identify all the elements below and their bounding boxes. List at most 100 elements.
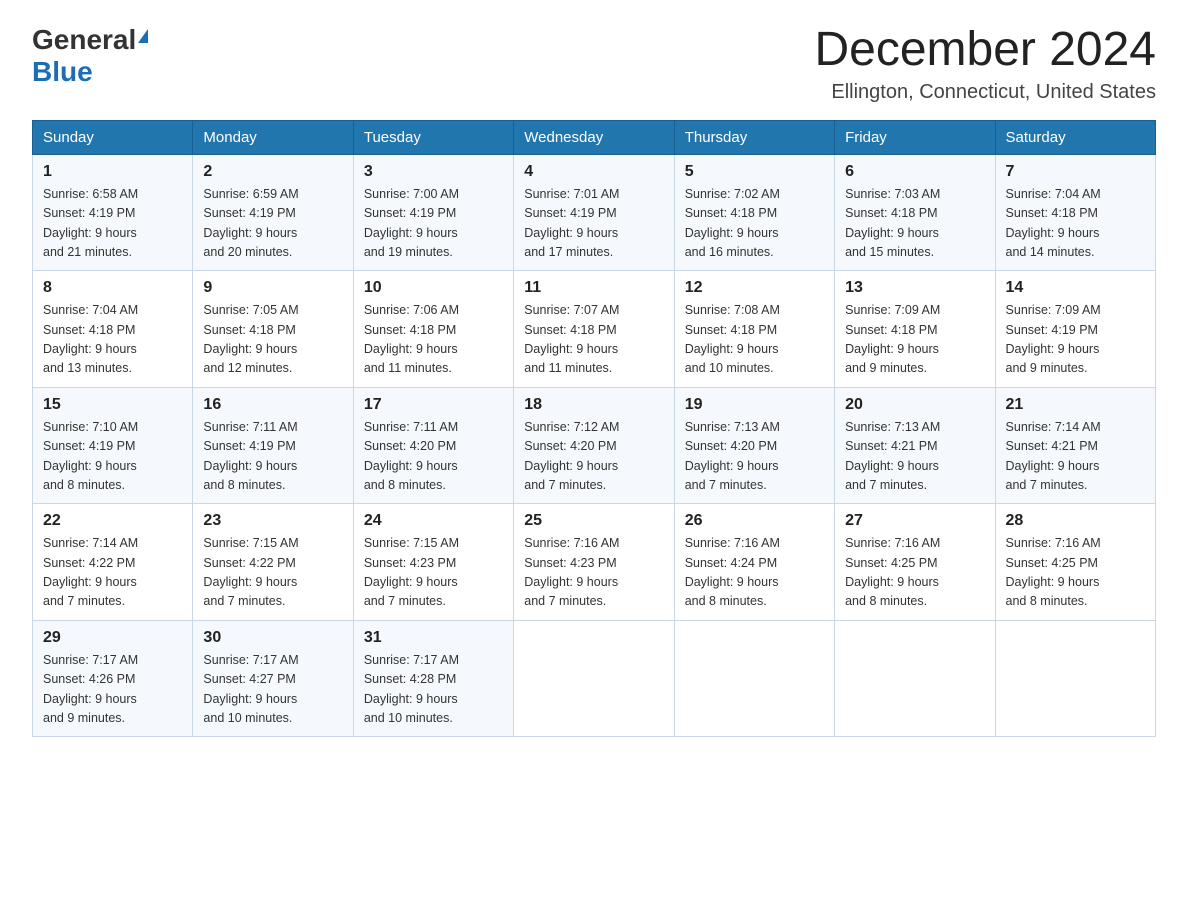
calendar-week-row: 8 Sunrise: 7:04 AMSunset: 4:18 PMDaylight… — [33, 271, 1156, 388]
day-info: Sunrise: 7:17 AMSunset: 4:26 PMDaylight:… — [43, 651, 182, 729]
calendar-cell: 23Sunrise: 7:15 AMSunset: 4:22 PMDayligh… — [193, 504, 353, 621]
day-info: Sunrise: 7:09 AMSunset: 4:19 PMDaylight:… — [1006, 301, 1145, 379]
month-title: December 2024 — [814, 24, 1156, 77]
day-number: 25 — [524, 512, 663, 530]
logo-general-text: General — [32, 24, 136, 56]
day-number: 3 — [364, 163, 503, 181]
day-info: Sunrise: 7:04 AMSunset: 4:18 PMDaylight:… — [43, 301, 182, 379]
day-number: 1 — [43, 163, 182, 181]
day-info: Sunrise: 7:00 AMSunset: 4:19 PMDaylight:… — [364, 185, 503, 263]
calendar-header-row: SundayMondayTuesdayWednesdayThursdayFrid… — [33, 120, 1156, 154]
calendar-cell: 1 Sunrise: 6:58 AMSunset: 4:19 PMDaylight… — [33, 154, 193, 271]
calendar-cell: 12Sunrise: 7:08 AMSunset: 4:18 PMDayligh… — [674, 271, 834, 388]
day-info: Sunrise: 7:05 AMSunset: 4:18 PMDaylight:… — [203, 301, 342, 379]
calendar-cell: 20 Sunrise: 7:13 AMSunset: 4:21 PMDayligh… — [835, 387, 995, 504]
day-number: 28 — [1006, 512, 1145, 530]
calendar-cell: 21 Sunrise: 7:14 AMSunset: 4:21 PMDayligh… — [995, 387, 1155, 504]
day-number: 9 — [203, 279, 342, 297]
calendar-cell: 15 Sunrise: 7:10 AMSunset: 4:19 PMDayligh… — [33, 387, 193, 504]
day-info: Sunrise: 7:11 AMSunset: 4:20 PMDaylight:… — [364, 418, 503, 496]
day-number: 6 — [845, 163, 984, 181]
calendar-cell — [674, 620, 834, 737]
day-info: Sunrise: 7:15 AMSunset: 4:22 PMDaylight:… — [203, 534, 342, 612]
day-number: 31 — [364, 629, 503, 647]
day-number: 8 — [43, 279, 182, 297]
day-info: Sunrise: 7:16 AMSunset: 4:25 PMDaylight:… — [1006, 534, 1145, 612]
day-info: Sunrise: 7:10 AMSunset: 4:19 PMDaylight:… — [43, 418, 182, 496]
title-block: December 2024 Ellington, Connecticut, Un… — [814, 24, 1156, 104]
day-info: Sunrise: 7:16 AMSunset: 4:25 PMDaylight:… — [845, 534, 984, 612]
header-thursday: Thursday — [674, 120, 834, 154]
calendar-cell: 7 Sunrise: 7:04 AMSunset: 4:18 PMDaylight… — [995, 154, 1155, 271]
day-info: Sunrise: 7:07 AMSunset: 4:18 PMDaylight:… — [524, 301, 663, 379]
calendar-cell: 30 Sunrise: 7:17 AMSunset: 4:27 PMDayligh… — [193, 620, 353, 737]
calendar-cell: 17 Sunrise: 7:11 AMSunset: 4:20 PMDayligh… — [353, 387, 513, 504]
day-number: 10 — [364, 279, 503, 297]
header-saturday: Saturday — [995, 120, 1155, 154]
day-number: 21 — [1006, 396, 1145, 414]
day-info: Sunrise: 7:14 AMSunset: 4:21 PMDaylight:… — [1006, 418, 1145, 496]
calendar-week-row: 29 Sunrise: 7:17 AMSunset: 4:26 PMDayligh… — [33, 620, 1156, 737]
calendar-cell: 11 Sunrise: 7:07 AMSunset: 4:18 PMDayligh… — [514, 271, 674, 388]
day-number: 22 — [43, 512, 182, 530]
day-info: Sunrise: 7:13 AMSunset: 4:21 PMDaylight:… — [845, 418, 984, 496]
calendar-cell — [514, 620, 674, 737]
header-sunday: Sunday — [33, 120, 193, 154]
day-number: 17 — [364, 396, 503, 414]
calendar-cell: 29 Sunrise: 7:17 AMSunset: 4:26 PMDayligh… — [33, 620, 193, 737]
calendar-cell: 6 Sunrise: 7:03 AMSunset: 4:18 PMDaylight… — [835, 154, 995, 271]
day-number: 7 — [1006, 163, 1145, 181]
day-info: Sunrise: 7:16 AMSunset: 4:24 PMDaylight:… — [685, 534, 824, 612]
calendar-cell: 10Sunrise: 7:06 AMSunset: 4:18 PMDayligh… — [353, 271, 513, 388]
calendar-cell: 18 Sunrise: 7:12 AMSunset: 4:20 PMDayligh… — [514, 387, 674, 504]
calendar-cell: 14 Sunrise: 7:09 AMSunset: 4:19 PMDayligh… — [995, 271, 1155, 388]
calendar-week-row: 1 Sunrise: 6:58 AMSunset: 4:19 PMDaylight… — [33, 154, 1156, 271]
calendar-cell: 4 Sunrise: 7:01 AMSunset: 4:19 PMDaylight… — [514, 154, 674, 271]
day-info: Sunrise: 7:09 AMSunset: 4:18 PMDaylight:… — [845, 301, 984, 379]
calendar-cell: 22 Sunrise: 7:14 AMSunset: 4:22 PMDayligh… — [33, 504, 193, 621]
day-number: 20 — [845, 396, 984, 414]
calendar-cell: 8 Sunrise: 7:04 AMSunset: 4:18 PMDaylight… — [33, 271, 193, 388]
calendar-cell — [995, 620, 1155, 737]
day-number: 15 — [43, 396, 182, 414]
header-wednesday: Wednesday — [514, 120, 674, 154]
day-number: 14 — [1006, 279, 1145, 297]
day-number: 30 — [203, 629, 342, 647]
day-number: 16 — [203, 396, 342, 414]
day-info: Sunrise: 7:14 AMSunset: 4:22 PMDaylight:… — [43, 534, 182, 612]
logo: General Blue — [32, 24, 148, 88]
day-number: 27 — [845, 512, 984, 530]
day-info: Sunrise: 7:15 AMSunset: 4:23 PMDaylight:… — [364, 534, 503, 612]
day-number: 4 — [524, 163, 663, 181]
day-number: 5 — [685, 163, 824, 181]
day-info: Sunrise: 7:12 AMSunset: 4:20 PMDaylight:… — [524, 418, 663, 496]
calendar-cell: 26 Sunrise: 7:16 AMSunset: 4:24 PMDayligh… — [674, 504, 834, 621]
calendar-cell: 27 Sunrise: 7:16 AMSunset: 4:25 PMDayligh… — [835, 504, 995, 621]
header-tuesday: Tuesday — [353, 120, 513, 154]
day-number: 13 — [845, 279, 984, 297]
day-number: 29 — [43, 629, 182, 647]
day-info: Sunrise: 6:59 AMSunset: 4:19 PMDaylight:… — [203, 185, 342, 263]
day-info: Sunrise: 7:03 AMSunset: 4:18 PMDaylight:… — [845, 185, 984, 263]
calendar-cell: 16 Sunrise: 7:11 AMSunset: 4:19 PMDayligh… — [193, 387, 353, 504]
day-info: Sunrise: 7:11 AMSunset: 4:19 PMDaylight:… — [203, 418, 342, 496]
day-number: 19 — [685, 396, 824, 414]
page-header: General Blue December 2024 Ellington, Co… — [32, 24, 1156, 104]
day-number: 11 — [524, 279, 663, 297]
header-friday: Friday — [835, 120, 995, 154]
day-info: Sunrise: 7:04 AMSunset: 4:18 PMDaylight:… — [1006, 185, 1145, 263]
location-subtitle: Ellington, Connecticut, United States — [814, 81, 1156, 104]
day-info: Sunrise: 7:17 AMSunset: 4:27 PMDaylight:… — [203, 651, 342, 729]
day-info: Sunrise: 6:58 AMSunset: 4:19 PMDaylight:… — [43, 185, 182, 263]
calendar-cell: 19Sunrise: 7:13 AMSunset: 4:20 PMDayligh… — [674, 387, 834, 504]
calendar-week-row: 15 Sunrise: 7:10 AMSunset: 4:19 PMDayligh… — [33, 387, 1156, 504]
day-number: 26 — [685, 512, 824, 530]
calendar-cell: 3 Sunrise: 7:00 AMSunset: 4:19 PMDaylight… — [353, 154, 513, 271]
header-monday: Monday — [193, 120, 353, 154]
day-number: 18 — [524, 396, 663, 414]
day-info: Sunrise: 7:01 AMSunset: 4:19 PMDaylight:… — [524, 185, 663, 263]
calendar-cell: 31Sunrise: 7:17 AMSunset: 4:28 PMDayligh… — [353, 620, 513, 737]
logo-blue-text: Blue — [32, 56, 93, 87]
calendar-table: SundayMondayTuesdayWednesdayThursdayFrid… — [32, 120, 1156, 738]
day-number: 12 — [685, 279, 824, 297]
